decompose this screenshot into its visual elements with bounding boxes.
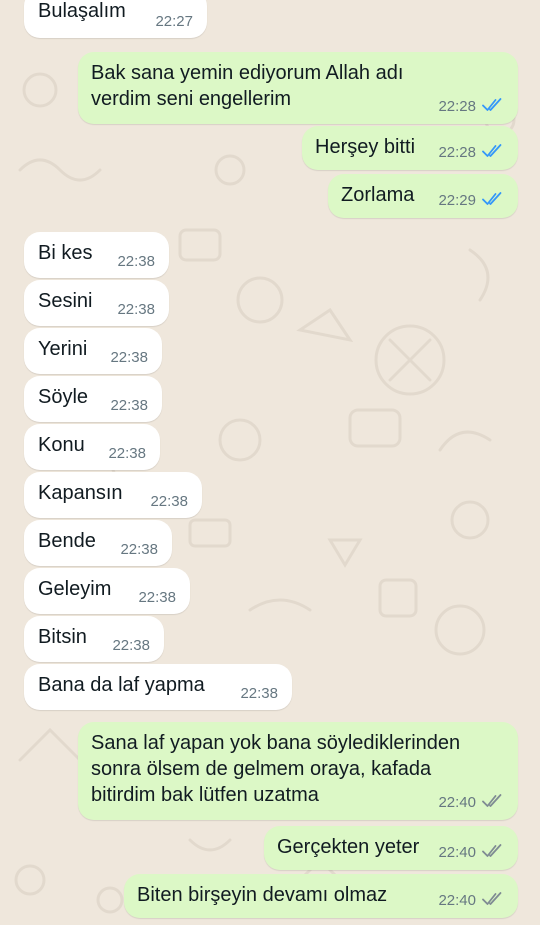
read-receipt-icon xyxy=(476,144,504,162)
incoming-message-bubble[interactable]: Bi kes 22:38 xyxy=(24,232,169,278)
outgoing-message-bubble[interactable]: Gerçekten yeter 22:40 xyxy=(264,826,518,870)
incoming-message-bubble[interactable]: Bulaşalım 22:27 xyxy=(24,0,207,38)
message-timestamp: 22:38 xyxy=(117,253,155,270)
message-text: Herşey bitti xyxy=(315,136,416,158)
outgoing-message-bubble[interactable]: Bak sana yemin ediyorum Allah adı verdim… xyxy=(78,52,518,124)
message-text: Sana laf yapan yok bana söylediklerinden… xyxy=(91,732,461,806)
outgoing-message-bubble[interactable]: Zorlama 22:29 xyxy=(328,174,518,218)
message-meta: 22:38 xyxy=(117,254,155,270)
delivered-receipt-icon xyxy=(476,892,504,910)
message-text: Bana da laf yapma xyxy=(38,674,205,696)
incoming-message-bubble[interactable]: Yerini 22:38 xyxy=(24,328,162,374)
message-timestamp: 22:28 xyxy=(438,144,476,161)
message-timestamp: 22:38 xyxy=(112,637,150,654)
read-receipt-icon xyxy=(476,192,504,210)
message-text: Zorlama xyxy=(341,184,415,206)
message-meta: 22:29 xyxy=(438,192,504,210)
message-meta: 22:38 xyxy=(150,494,188,510)
incoming-message-bubble[interactable]: Bana da laf yapma 22:38 xyxy=(24,664,292,710)
incoming-message-bubble[interactable]: Bitsin 22:38 xyxy=(24,616,164,662)
incoming-message-bubble[interactable]: Konu 22:38 xyxy=(24,424,160,470)
message-timestamp: 22:38 xyxy=(108,445,146,462)
delivered-receipt-icon xyxy=(476,794,504,812)
message-meta: 22:38 xyxy=(138,590,176,606)
message-meta: 22:28 xyxy=(438,144,504,162)
outgoing-message-bubble[interactable]: Sana laf yapan yok bana söylediklerinden… xyxy=(78,722,518,820)
message-timestamp: 22:38 xyxy=(117,301,155,318)
incoming-message-bubble[interactable]: Geleyim 22:38 xyxy=(24,568,190,614)
message-meta: 22:38 xyxy=(117,302,155,318)
message-timestamp: 22:40 xyxy=(438,844,476,861)
message-timestamp: 22:38 xyxy=(110,349,148,366)
message-timestamp: 22:38 xyxy=(150,493,188,510)
message-text: Gerçekten yeter xyxy=(277,836,420,858)
message-text: Biten birşeyin devamı olmaz xyxy=(137,884,388,906)
read-receipt-icon xyxy=(476,98,504,116)
message-text: Bak sana yemin ediyorum Allah adı verdim… xyxy=(91,62,404,110)
message-timestamp: 22:38 xyxy=(120,541,158,558)
message-meta: 22:40 xyxy=(438,844,504,862)
message-meta: 22:40 xyxy=(438,892,504,910)
message-text: Bi kes xyxy=(38,242,93,264)
message-timestamp: 22:27 xyxy=(155,13,193,30)
message-timestamp: 22:38 xyxy=(240,685,278,702)
message-text: Bitsin xyxy=(38,626,87,648)
incoming-message-bubble[interactable]: Bende 22:38 xyxy=(24,520,172,566)
message-text: Sesini xyxy=(38,290,93,312)
message-meta: 22:38 xyxy=(110,350,148,366)
chat-area[interactable]: Bulaşalım 22:27 Bak sana yemin ediyorum Al… xyxy=(0,0,540,925)
message-meta: 22:40 xyxy=(438,794,504,812)
outgoing-message-bubble[interactable]: Herşey bitti 22:28 xyxy=(302,126,518,170)
delivered-receipt-icon xyxy=(476,844,504,862)
message-meta: 22:38 xyxy=(240,686,278,702)
message-text: Kapansın xyxy=(38,482,123,504)
message-timestamp: 22:40 xyxy=(438,794,476,811)
message-timestamp: 22:38 xyxy=(110,397,148,414)
message-meta: 22:28 xyxy=(438,98,504,116)
incoming-message-bubble[interactable]: Kapansın 22:38 xyxy=(24,472,202,518)
message-text: Geleyim xyxy=(38,578,112,600)
incoming-message-bubble[interactable]: Sesini 22:38 xyxy=(24,280,169,326)
message-text: Söyle xyxy=(38,386,89,408)
message-meta: 22:38 xyxy=(110,398,148,414)
message-meta: 22:27 xyxy=(155,14,193,30)
message-timestamp: 22:28 xyxy=(438,98,476,115)
message-text: Konu xyxy=(38,434,85,456)
message-timestamp: 22:38 xyxy=(138,589,176,606)
incoming-message-bubble[interactable]: Söyle 22:38 xyxy=(24,376,162,422)
message-text: Yerini xyxy=(38,338,88,360)
message-text: Bende xyxy=(38,530,96,552)
message-meta: 22:38 xyxy=(120,542,158,558)
message-text: Bulaşalım xyxy=(38,0,126,22)
message-meta: 22:38 xyxy=(112,638,150,654)
message-timestamp: 22:40 xyxy=(438,892,476,909)
message-timestamp: 22:29 xyxy=(438,192,476,209)
outgoing-message-bubble[interactable]: Biten birşeyin devamı olmaz 22:40 xyxy=(124,874,518,918)
message-meta: 22:38 xyxy=(108,446,146,462)
